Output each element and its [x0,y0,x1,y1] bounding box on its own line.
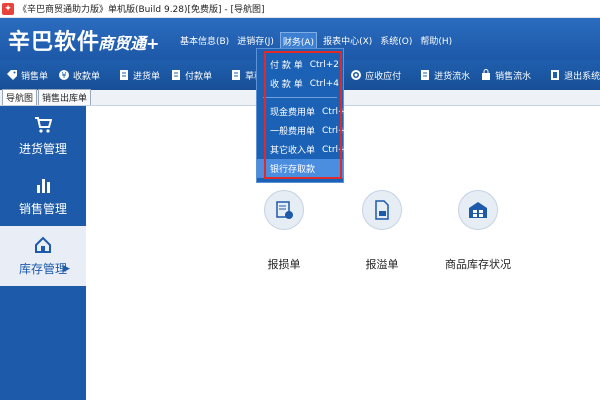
coin-icon: ¥ [58,69,70,81]
app-logo-icon: ✦ [2,2,14,15]
sidebar-item-label: 进货管理 [18,141,67,156]
window-title: 《辛巴商贸通助力版》单机版(Build 9.28)[免费版] - [导航图] [18,5,265,15]
toolbar-label: 进货流水 [434,71,471,82]
house-icon [34,236,52,254]
damage-report-icon [264,190,304,230]
toolbar-sales-order-button[interactable]: 销售单 [6,69,48,82]
menu-item-shortcut: Ctrl+8 [322,125,352,136]
function-overflow-report[interactable]: 报溢单 [342,190,422,272]
toolbar-label: 付款单 [185,71,213,82]
sidebar-item-label: 销售管理 [18,201,67,216]
menu-separator [263,97,337,98]
menu-item-shortcut: Ctrl+2 [309,59,340,70]
sidebar-item-stock[interactable]: 库存管理 ▶ [0,226,86,286]
bag-icon [480,69,492,81]
menu-item-label: 现金费用单 [270,108,316,118]
toolbar-label: 销售单 [21,71,49,82]
toolbar-label: 收款单 [73,71,101,82]
toolbar-purchase-order-button[interactable]: 进货单 [118,69,160,82]
brand-logo: 辛巴软件 [8,30,101,55]
function-label: 报损单 [267,258,301,271]
title-bar: ✦ 《辛巴商贸通助力版》单机版(Build 9.28)[免费版] - [导航图] [0,0,600,18]
tab-sales-outbound[interactable]: 销售出库单 [38,89,92,105]
finance-dropdown-menu: 付 款 单 Ctrl+2 收 款 单 Ctrl+4 现金费用单 Ctrl+7 一… [256,48,351,183]
toolbar-label: 销售流水 [495,71,532,82]
menu-item-other-income[interactable]: 其它收入单 Ctrl+9 [257,140,351,159]
tab-navigation[interactable]: 导航图 [2,89,38,105]
toolbar-purchase-flow-button[interactable]: 进货流水 [419,69,470,82]
function-damage-report[interactable]: 报损单 [244,190,324,272]
menu-item-label: 付 款 单 [270,61,303,71]
warehouse-icon [458,190,498,230]
menu-item-receipt[interactable]: 收 款 单 Ctrl+4 [257,74,343,93]
menu-item-shortcut: Ctrl+7 [322,106,352,117]
function-stock-status[interactable]: 商品库存状况 [438,190,518,272]
menu-system[interactable]: 系统(O) [378,32,414,51]
overflow-report-icon [362,190,402,230]
tag-icon [6,69,18,81]
menu-item-payment[interactable]: 付 款 单 Ctrl+2 [257,55,343,74]
menu-item-shortcut: Ctrl+9 [322,144,352,155]
toolbar-receipt-button[interactable]: ¥ 收款单 [58,69,100,82]
bar-chart-icon [34,176,52,194]
sidebar: 进货管理 销售管理 库存管理 ▶ [0,106,86,400]
menu-item-label: 收 款 单 [270,80,303,90]
menu-item-general-expense[interactable]: 一般费用单 Ctrl+8 [257,121,351,140]
toolbar-label: 进货单 [133,71,161,82]
sidebar-item-sales[interactable]: 销售管理 [0,166,86,226]
brand-logo-sub: 商贸通+ [98,34,160,53]
sidebar-item-label: 库存管理 [18,261,67,276]
cart-icon [34,116,52,134]
menu-help[interactable]: 帮助(H) [418,32,454,51]
menu-item-bank-deposit-withdraw[interactable]: 银行存取款 [257,159,343,178]
doc-icon [419,69,431,81]
function-label: 商品库存状况 [445,258,511,271]
doc-icon [230,69,242,81]
menu-basic-info[interactable]: 基本信息(B) [178,32,231,51]
chevron-right-icon: ▶ [63,264,70,274]
svg-text:¥: ¥ [61,71,66,80]
menu-item-label: 其它收入单 [270,146,316,156]
toolbar-sales-flow-button[interactable]: 销售流水 [480,69,531,82]
toolbar-receivable-payable-button[interactable]: 应收应付 [350,69,401,82]
toolbar-label: 应收应付 [365,71,402,82]
sidebar-item-purchase[interactable]: 进货管理 [0,106,86,166]
function-label: 报溢单 [365,258,399,271]
doc-icon [170,69,182,81]
toolbar-exit-button[interactable]: 退出系统 [549,69,600,82]
toolbar-label: 退出系统 [564,71,600,82]
toolbar-payment-button[interactable]: 付款单 [170,69,212,82]
menu-item-label: 银行存取款 [270,165,316,175]
menu-item-cash-expense[interactable]: 现金费用单 Ctrl+7 [257,102,351,121]
gear-icon [350,69,362,81]
menu-item-shortcut: Ctrl+4 [309,78,340,89]
menu-item-label: 一般费用单 [270,127,316,137]
doc-icon [118,69,130,81]
exit-icon [549,69,561,81]
